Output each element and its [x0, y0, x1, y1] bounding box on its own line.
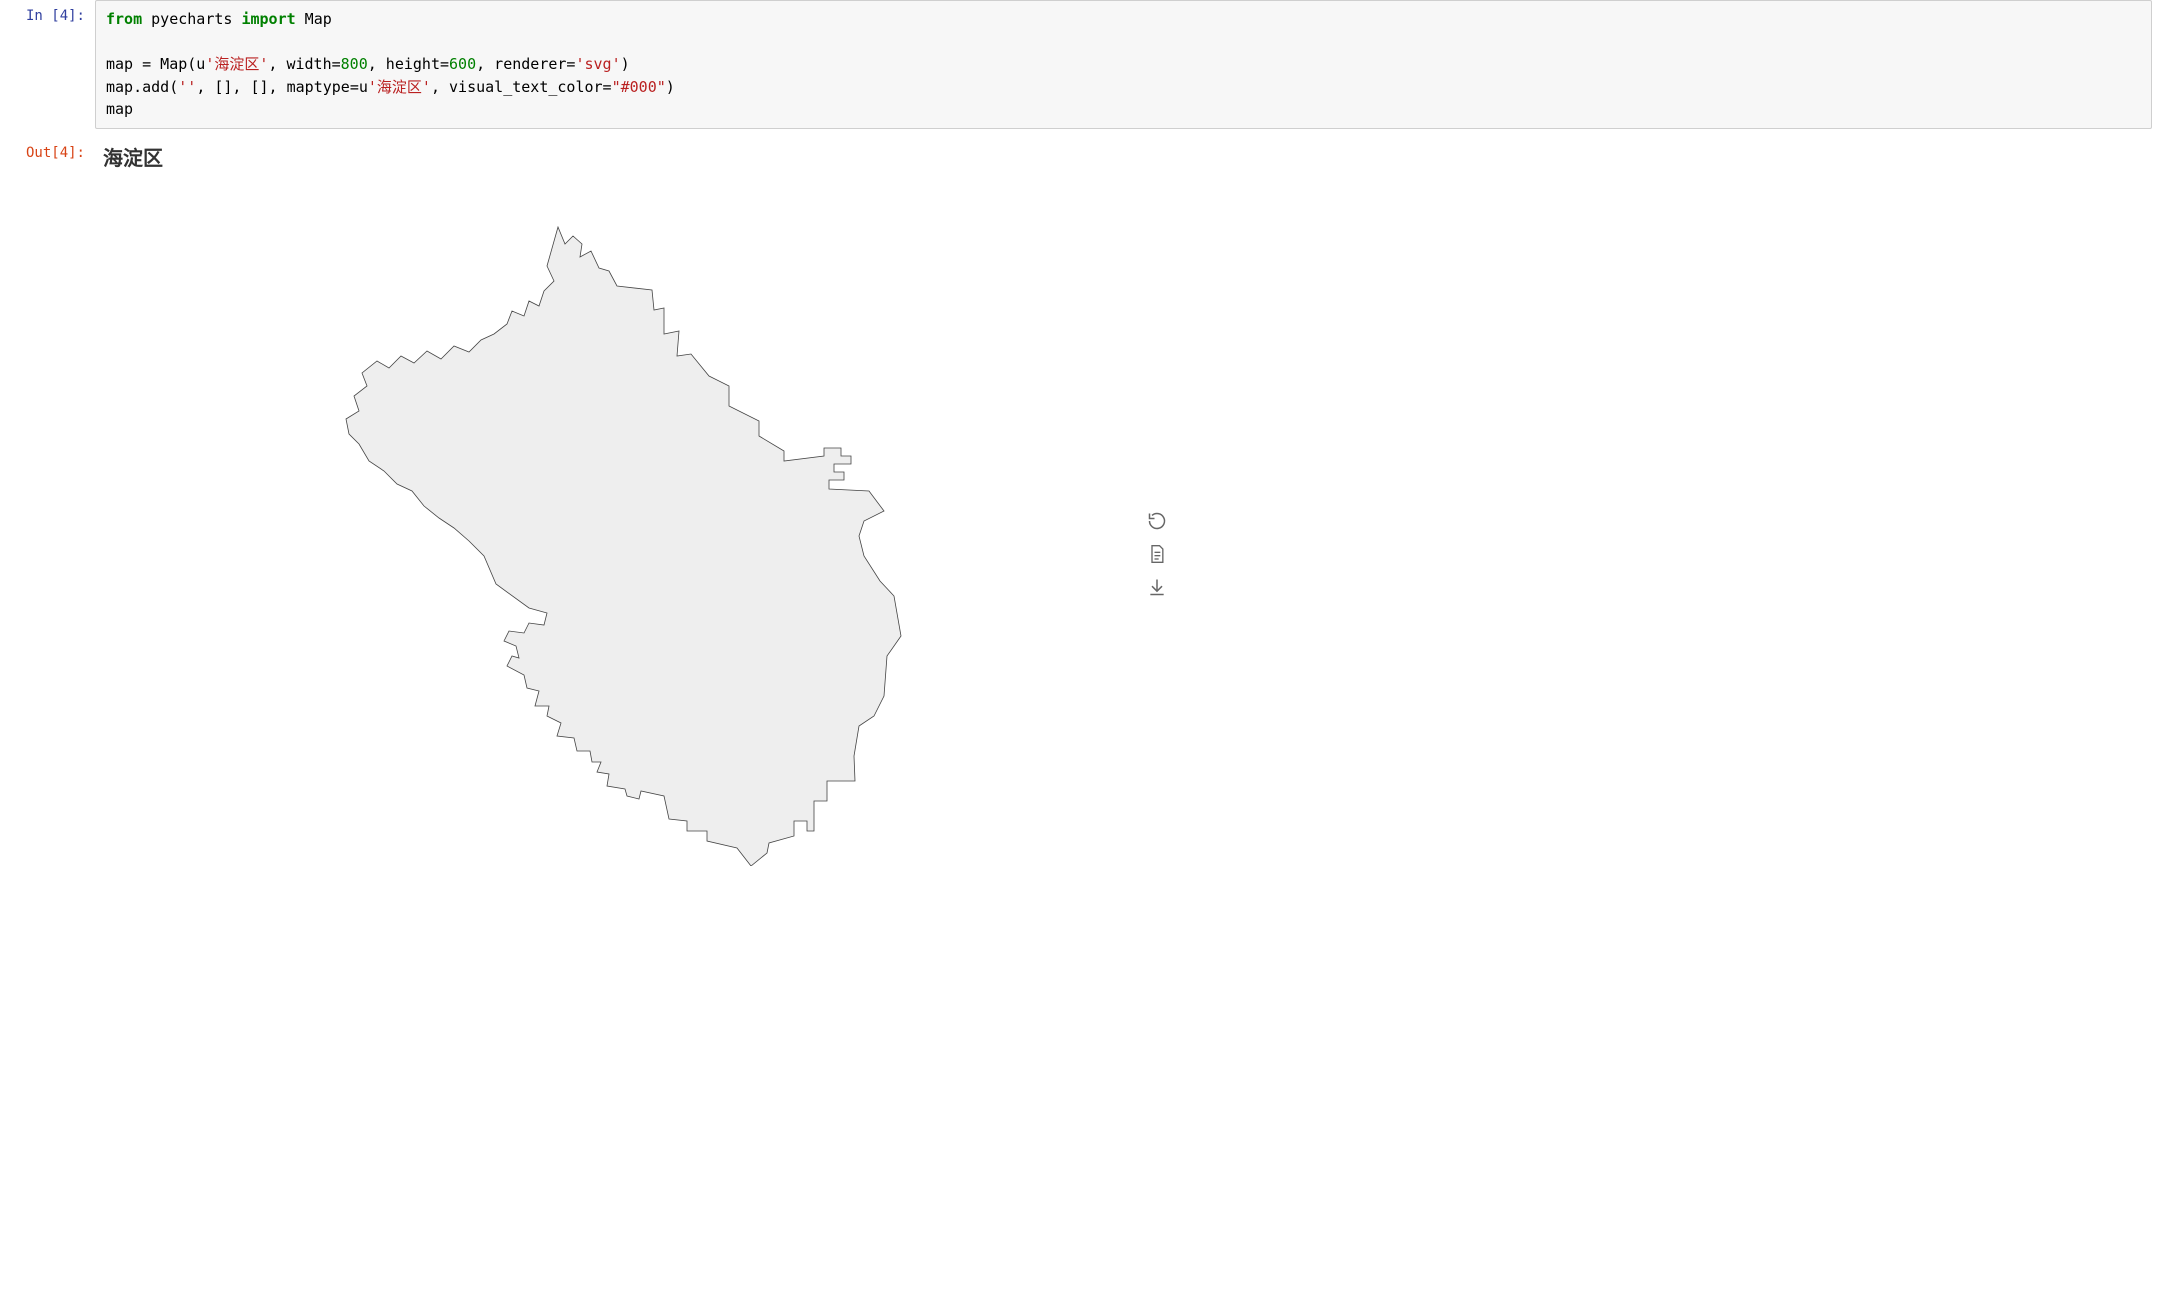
out-prompt: Out[4]: [0, 137, 95, 876]
restore-icon[interactable] [1147, 511, 1167, 531]
map-region-shape [346, 227, 901, 866]
input-cell: In [4]: from pyecharts import Map map = … [0, 0, 2166, 129]
map-toolbox [1147, 511, 1167, 597]
map-title: 海淀区 [103, 142, 2166, 171]
in-prompt: In [4]: [0, 0, 95, 129]
map-svg [329, 226, 919, 866]
output-cell: Out[4]: 海淀区 [0, 137, 2166, 876]
code-input-area[interactable]: from pyecharts import Map map = Map(u'海淀… [95, 0, 2152, 129]
code-line-3: map.add('', [], [], maptype=u'海淀区', visu… [106, 76, 2141, 99]
download-icon[interactable] [1147, 577, 1167, 597]
data-view-icon[interactable] [1147, 544, 1167, 564]
code-line-4: map [106, 98, 2141, 121]
map-container [95, 176, 1155, 876]
code-line-1: from pyecharts import Map [106, 8, 2141, 31]
code-line-blank [106, 31, 2141, 54]
code-line-2: map = Map(u'海淀区', width=800, height=600,… [106, 53, 2141, 76]
output-area: 海淀区 [95, 137, 2166, 876]
